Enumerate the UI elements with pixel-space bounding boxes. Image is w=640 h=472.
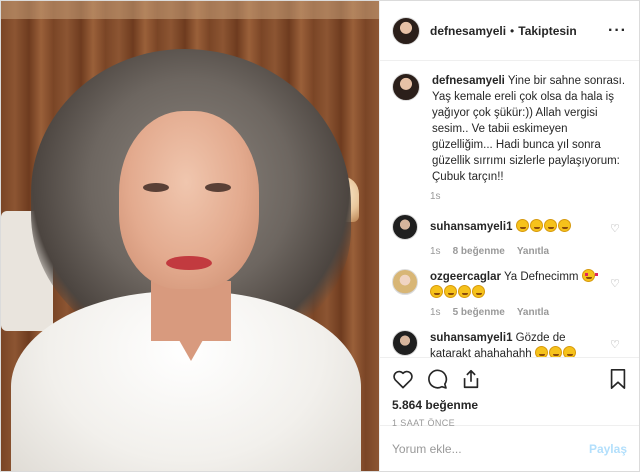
caption-meta: 1s <box>430 191 627 202</box>
post-side-panel: defnesamyeli • Takiptesin ··· defnesamye… <box>379 1 639 471</box>
photo-eye-right <box>205 183 231 192</box>
share-icon[interactable] <box>460 368 482 390</box>
comment-username[interactable]: ozgeercaglar <box>430 271 501 283</box>
comment-input[interactable] <box>392 441 589 456</box>
comment-avatar[interactable] <box>392 214 418 240</box>
comment-like-heart-icon[interactable]: ♡ <box>610 279 621 290</box>
photo-robe-collar <box>151 291 231 361</box>
comment-likes[interactable]: 8 beğenme <box>453 246 505 257</box>
comment-emoji <box>430 285 486 299</box>
post-modal: defnesamyeli • Takiptesin ··· defnesamye… <box>0 0 640 472</box>
photo-eye-left <box>143 183 169 192</box>
caption: defnesamyeli Yine bir sahne sonrası. Yaş… <box>392 73 627 185</box>
comment-reply-button[interactable]: Yanıtla <box>517 246 549 257</box>
comment-likes[interactable]: 5 beğenme <box>453 307 505 318</box>
post-comment-button[interactable]: Paylaş <box>589 442 627 456</box>
caption-time: 1s <box>430 191 441 202</box>
comment-time: 1s <box>430 307 441 318</box>
comment-meta: 1s 5 beğenme Yanıtla <box>430 307 627 318</box>
comment-like-heart-icon[interactable]: ♡ <box>610 340 621 351</box>
comment-icon[interactable] <box>426 368 448 390</box>
header-separator: • <box>510 23 515 38</box>
add-comment-bar: Paylaş <box>380 425 639 471</box>
comment-time: 1s <box>430 246 441 257</box>
comment-username[interactable]: suhansamyeli1 <box>430 221 512 233</box>
caption-text: Yine bir sahne sonrası. Yaş kemale ereli… <box>432 75 626 183</box>
post-photo[interactable] <box>1 1 379 471</box>
heart-icon[interactable] <box>392 369 414 389</box>
comment-avatar[interactable] <box>392 330 418 356</box>
comment-avatar[interactable] <box>392 269 418 295</box>
post-timestamp: 1 SAAT ÖNCE <box>392 418 456 428</box>
author-username[interactable]: defnesamyeli <box>430 24 506 38</box>
caption-username[interactable]: defnesamyeli <box>432 75 505 87</box>
author-avatar[interactable] <box>392 16 420 45</box>
comment-meta: 1s 8 beğenme Yanıtla <box>430 246 627 257</box>
likes-count[interactable]: 5.864 beğenme <box>392 398 627 412</box>
comment-emoji <box>534 346 577 357</box>
comment-username[interactable]: suhansamyeli1 <box>430 332 512 344</box>
comment-like-heart-icon[interactable]: ♡ <box>610 224 621 235</box>
comment-item: ozgeercaglar Ya Defnecimm ♡ <box>392 269 627 301</box>
comment-text: Ya Defnecimm <box>503 271 579 283</box>
caption-avatar[interactable] <box>392 73 420 101</box>
comment-emoji <box>515 219 572 233</box>
photo-ceiling <box>1 1 379 19</box>
comment-emoji <box>581 269 598 283</box>
photo-lips <box>166 256 212 270</box>
post-actions: 5.864 beğenme 1 SAAT ÖNCE <box>380 357 639 428</box>
comments-list: defnesamyeli Yine bir sahne sonrası. Yaş… <box>380 61 639 357</box>
comment-item: suhansamyeli1 Gözde de katarakt ahahahah… <box>392 330 627 357</box>
comment-item: suhansamyeli1 ♡ <box>392 214 627 240</box>
comment-reply-button[interactable]: Yanıtla <box>517 307 549 318</box>
more-icon[interactable]: ··· <box>608 22 627 38</box>
post-header: defnesamyeli • Takiptesin ··· <box>380 1 639 61</box>
bookmark-icon[interactable] <box>609 368 627 390</box>
follow-status-button[interactable]: Takiptesin <box>518 24 576 38</box>
